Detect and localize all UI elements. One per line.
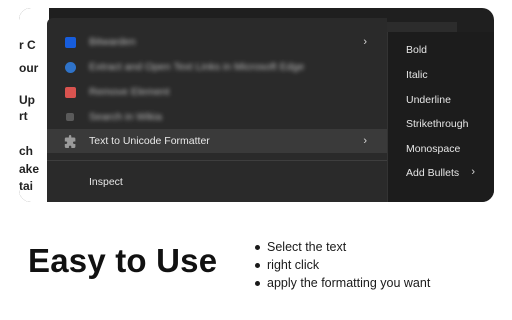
puzzle-piece-icon — [64, 135, 76, 148]
menu-item-bitwarden[interactable]: Bitwarden › — [47, 30, 387, 54]
step-item: right click — [252, 256, 430, 274]
context-menu: Bitwarden › Extract and Open Text Links … — [47, 18, 387, 202]
submenu-item-add-bullets[interactable]: Add Bullets — [406, 167, 476, 179]
page-content-behind: r C our Up rt ch ake tai — [19, 8, 49, 202]
page-text-fragment: Up — [19, 93, 35, 107]
page-text-fragment: r C — [19, 38, 36, 52]
submenu-item-bold[interactable]: Bold — [406, 44, 427, 56]
step-item: apply the formatting you want — [252, 274, 430, 292]
step-item: Select the text — [252, 238, 430, 256]
menu-item-remove-element[interactable]: Remove Element — [47, 80, 387, 104]
chevron-right-icon: › — [363, 36, 367, 48]
search-icon — [66, 113, 74, 121]
page-text-fragment: ake — [19, 162, 40, 176]
submenu-item-monospace[interactable]: Monospace — [406, 143, 460, 155]
menu-item-label: Inspect — [89, 176, 123, 188]
promo-headline: Easy to Use — [28, 242, 218, 279]
page-text-fragment: ch — [19, 144, 34, 158]
red-extension-icon — [65, 86, 76, 98]
menu-item-label: Text to Unicode Formatter — [89, 135, 210, 147]
page-text-fragment: rt — [19, 109, 28, 123]
bitwarden-icon — [65, 36, 76, 48]
chevron-right-icon: › — [363, 135, 367, 147]
menu-item-text-to-unicode-formatter[interactable]: Text to Unicode Formatter › — [47, 129, 387, 153]
steps-list: Select the text right click apply the fo… — [252, 238, 430, 292]
formatter-submenu: Bold Italic Underline Strikethrough Mono… — [387, 32, 494, 202]
page-text-fragment: tai — [19, 179, 34, 193]
submenu-item-label: Add Bullets — [406, 167, 460, 179]
submenu-item-italic[interactable]: Italic — [406, 69, 428, 81]
submenu-item-underline[interactable]: Underline — [406, 94, 451, 106]
menu-item-inspect[interactable]: Inspect — [47, 170, 387, 194]
submenu-item-strikethrough[interactable]: Strikethrough — [406, 118, 468, 130]
menu-item-label: Extract and Open Text Links in Microsoft… — [89, 61, 305, 73]
menu-item-label: Bitwarden — [89, 36, 136, 48]
edge-icon — [65, 61, 76, 73]
browser-screenshot: r C our Up rt ch ake tai Bitwarden › Ext… — [19, 8, 494, 202]
menu-item-label: Remove Element — [89, 86, 170, 98]
menu-item-label: Search in Wikia — [89, 111, 162, 123]
menu-item-search[interactable]: Search in Wikia — [47, 105, 387, 129]
submenu-top-strip — [387, 22, 457, 32]
menu-item-extract-links[interactable]: Extract and Open Text Links in Microsoft… — [47, 55, 387, 79]
page-text-fragment: our — [19, 61, 39, 75]
menu-separator — [47, 160, 387, 161]
chevron-right-icon: › — [471, 166, 475, 178]
